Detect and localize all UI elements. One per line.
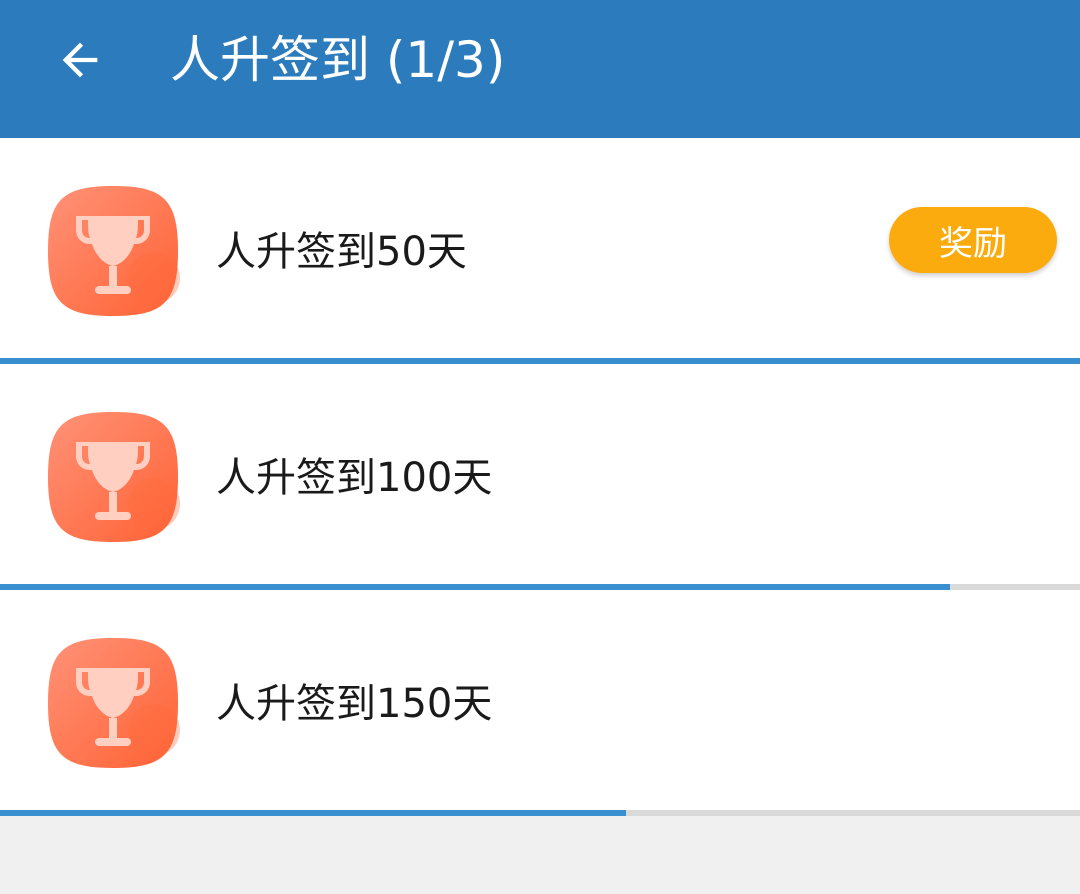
achievement-label: 人升签到150天	[216, 681, 493, 727]
achievement-row[interactable]: 人升签到100天	[0, 364, 1080, 590]
trophy-icon	[46, 410, 180, 544]
achievement-label: 人升签到50天	[216, 229, 467, 275]
trophy-icon	[46, 184, 180, 318]
progress-fill	[0, 810, 627, 816]
progress-bar	[0, 810, 1080, 816]
back-button[interactable]	[44, 24, 116, 96]
trophy-icon	[46, 636, 180, 770]
arrow-left-icon	[62, 42, 98, 78]
app-bar: 人升签到 (1/3)	[0, 0, 1080, 138]
achievement-row[interactable]: 人升签到50天 奖励	[0, 138, 1080, 364]
page-title: 人升签到 (1/3)	[170, 31, 506, 89]
achievement-row[interactable]: 人升签到150天	[0, 590, 1080, 816]
reward-button[interactable]: 奖励	[889, 207, 1057, 273]
achievement-label: 人升签到100天	[216, 455, 493, 501]
achievement-list: 人升签到50天 奖励 人升签到100天 人升签到150天	[0, 138, 1080, 816]
